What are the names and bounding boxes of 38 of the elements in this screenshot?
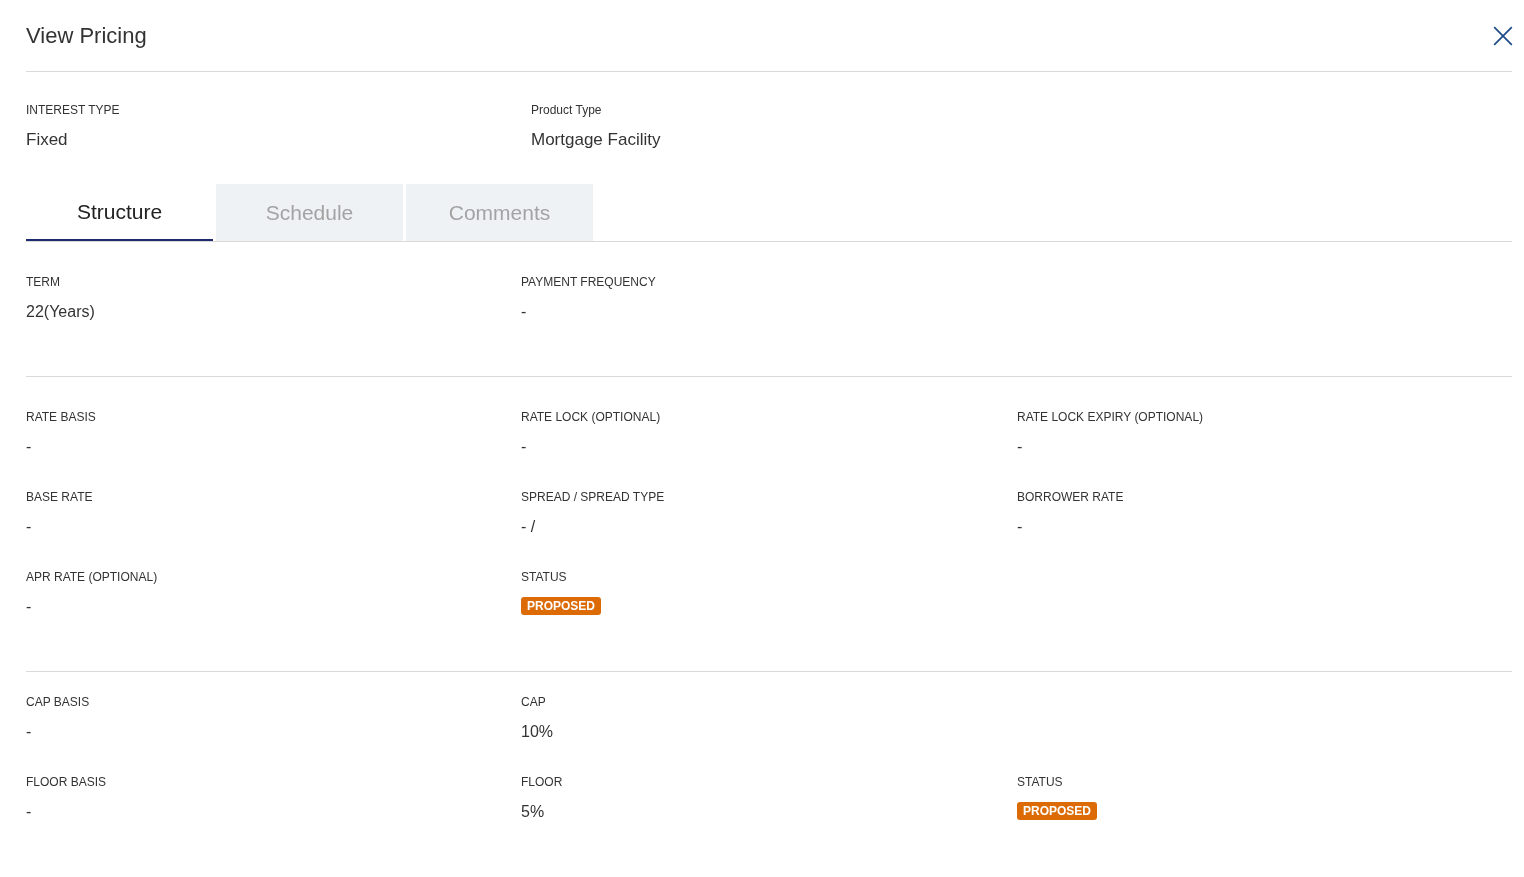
field-label: RATE BASIS [26, 409, 96, 425]
field-value: 22(Years) [26, 302, 95, 322]
status-badge: PROPOSED [1017, 802, 1097, 820]
field-value: - [26, 802, 32, 822]
field-label: CAP [521, 694, 546, 710]
field-value: 10% [521, 722, 554, 742]
field-label: CAP BASIS [26, 694, 90, 710]
status-badge: PROPOSED [521, 597, 601, 615]
tab[interactable]: Comments [406, 184, 593, 241]
field-label: FLOOR BASIS [26, 774, 107, 790]
field-label: PAYMENT FREQUENCY [521, 274, 656, 290]
field-label: STATUS [1017, 774, 1063, 790]
field-label: RATE LOCK (OPTIONAL) [521, 409, 661, 425]
field-value: - [1017, 517, 1023, 537]
field-label: SPREAD / SPREAD TYPE [521, 489, 665, 505]
field-value: - / [521, 517, 536, 537]
field-value: - [26, 517, 32, 537]
field-label: STATUS [521, 569, 567, 585]
field-label: TERM [26, 274, 60, 290]
field-label: Product Type [531, 102, 602, 118]
close-icon[interactable] [1492, 24, 1514, 47]
field-value: 5% [521, 802, 545, 822]
field-value: Mortgage Facility [531, 130, 661, 150]
field-value: - [26, 437, 32, 457]
field-value: - [1017, 437, 1023, 457]
field-label: BASE RATE [26, 489, 93, 505]
field-value: - [521, 302, 527, 322]
field-label: APR RATE (OPTIONAL) [26, 569, 158, 585]
field-label: BORROWER RATE [1017, 489, 1124, 505]
field-value: Fixed [26, 130, 68, 150]
field-label: RATE LOCK EXPIRY (OPTIONAL) [1017, 409, 1204, 425]
field-label: INTEREST TYPE [26, 102, 120, 118]
field-value: - [521, 437, 527, 457]
field-value: - [26, 597, 32, 617]
field-label: FLOOR [521, 774, 563, 790]
field-value: - [26, 722, 32, 742]
window-title: View Pricing [26, 22, 147, 50]
tab[interactable]: Schedule [216, 184, 403, 241]
